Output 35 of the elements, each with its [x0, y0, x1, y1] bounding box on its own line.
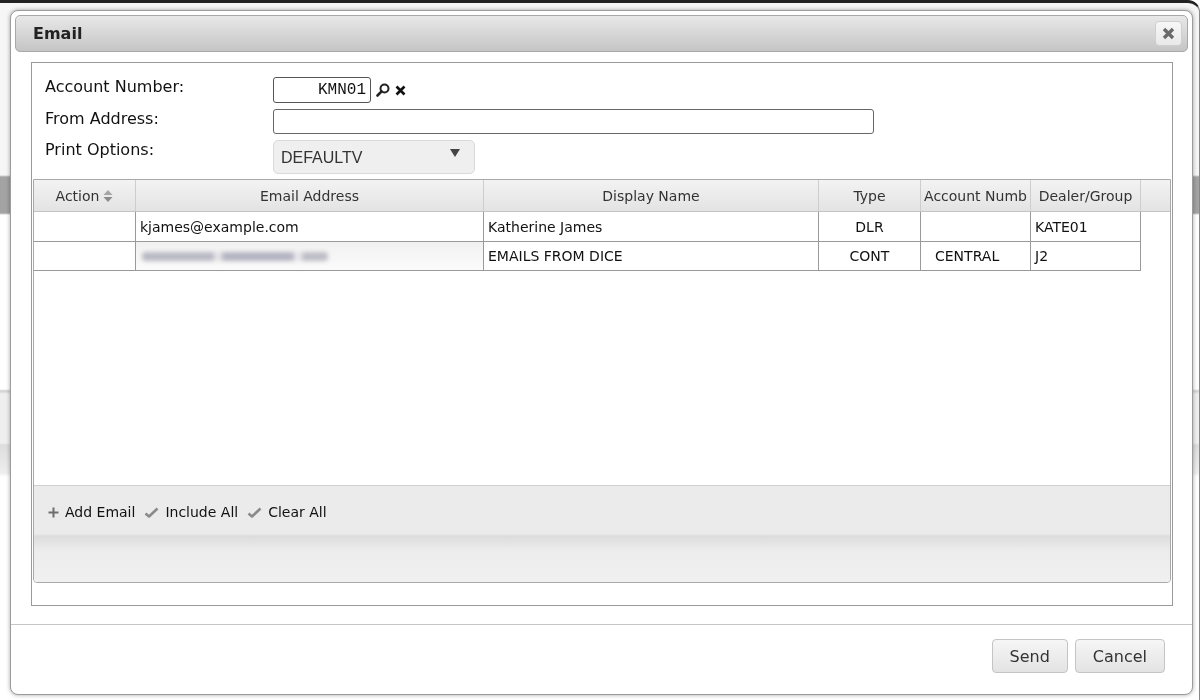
field-label: Account Number: [45, 77, 186, 97]
close-icon [1162, 27, 1175, 40]
table-cell: KATE01 [1031, 212, 1141, 242]
sort-icon[interactable] [103, 188, 114, 203]
plus-icon [48, 506, 59, 518]
toolbar-link[interactable]: Clear All [247, 502, 327, 522]
field-label: From Address: [45, 109, 160, 129]
field-label: Print Options: [45, 140, 155, 160]
table-cell: J2 [1031, 242, 1141, 271]
table-cell: DLR [819, 212, 921, 242]
table-cell: EMAILS FROM DICE [484, 242, 819, 271]
table-cell: kjames@example.com [136, 212, 484, 242]
dialog-button[interactable]: Cancel [1074, 639, 1165, 673]
table-cell: CONT [819, 242, 921, 271]
check-icon [247, 506, 263, 518]
column-header: Dealer/Group [1031, 180, 1141, 211]
clear-icon[interactable] [395, 84, 406, 96]
column-header: Type [819, 180, 921, 211]
column-header: Display Name [484, 180, 819, 211]
input-field[interactable] [273, 109, 874, 134]
toolbar-link[interactable]: Add Email [48, 502, 136, 522]
table-cell: Katherine James [484, 212, 819, 242]
column-header[interactable]: Action [34, 180, 136, 211]
column-header: Email Address [136, 180, 484, 211]
dropdown[interactable]: DEFAULTV [273, 140, 475, 174]
close-button[interactable] [1155, 21, 1182, 46]
dialog-button[interactable]: Send [991, 639, 1068, 673]
dialog-title: Email [33, 24, 83, 43]
table-cell: CENTRAL [921, 242, 1031, 271]
search-icon[interactable] [376, 83, 390, 97]
check-icon [144, 506, 160, 518]
input-field[interactable]: KMN01 [273, 77, 371, 103]
column-header: Account Numb [921, 180, 1031, 211]
dropdown-arrow-icon [450, 149, 460, 157]
toolbar-link[interactable]: Include All [144, 502, 239, 522]
